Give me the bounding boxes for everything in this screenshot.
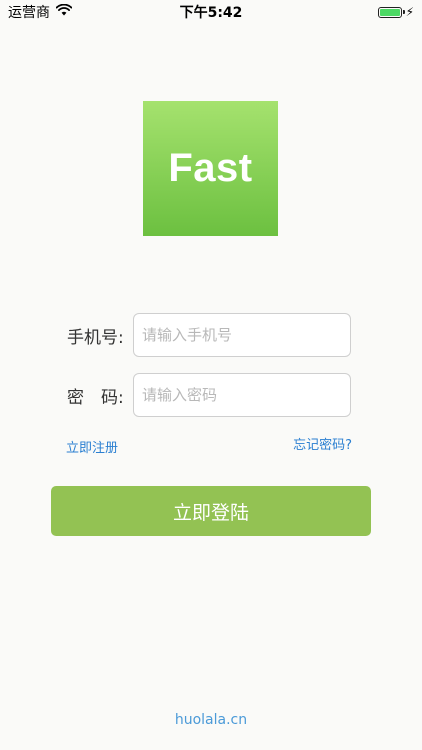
password-label: 密 码: (67, 387, 124, 408)
app-logo-text: Fast (168, 146, 253, 190)
status-right: ⚡ (377, 5, 422, 19)
phone-input[interactable] (133, 313, 351, 357)
footer-domain[interactable]: huolala.cn (0, 712, 422, 728)
charging-bolt-icon: ⚡ (405, 5, 414, 19)
password-row: 密 码: (67, 373, 351, 417)
app-logo: Fast (143, 101, 278, 236)
battery-icon (377, 6, 405, 18)
status-bar: 运营商 下午5:42 ⚡ (0, 0, 422, 24)
phone-row: 手机号: (67, 313, 351, 357)
forgot-password-link[interactable]: 忘记密码? (293, 434, 352, 453)
register-link[interactable]: 立即注册 (66, 437, 118, 456)
password-input[interactable] (133, 373, 351, 417)
battery-fill (379, 8, 400, 16)
phone-label: 手机号: (67, 327, 124, 348)
login-button[interactable]: 立即登陆 (51, 486, 371, 536)
wifi-icon (55, 3, 73, 20)
status-left: 运营商 (0, 2, 73, 22)
carrier-name: 运营商 (8, 5, 50, 21)
